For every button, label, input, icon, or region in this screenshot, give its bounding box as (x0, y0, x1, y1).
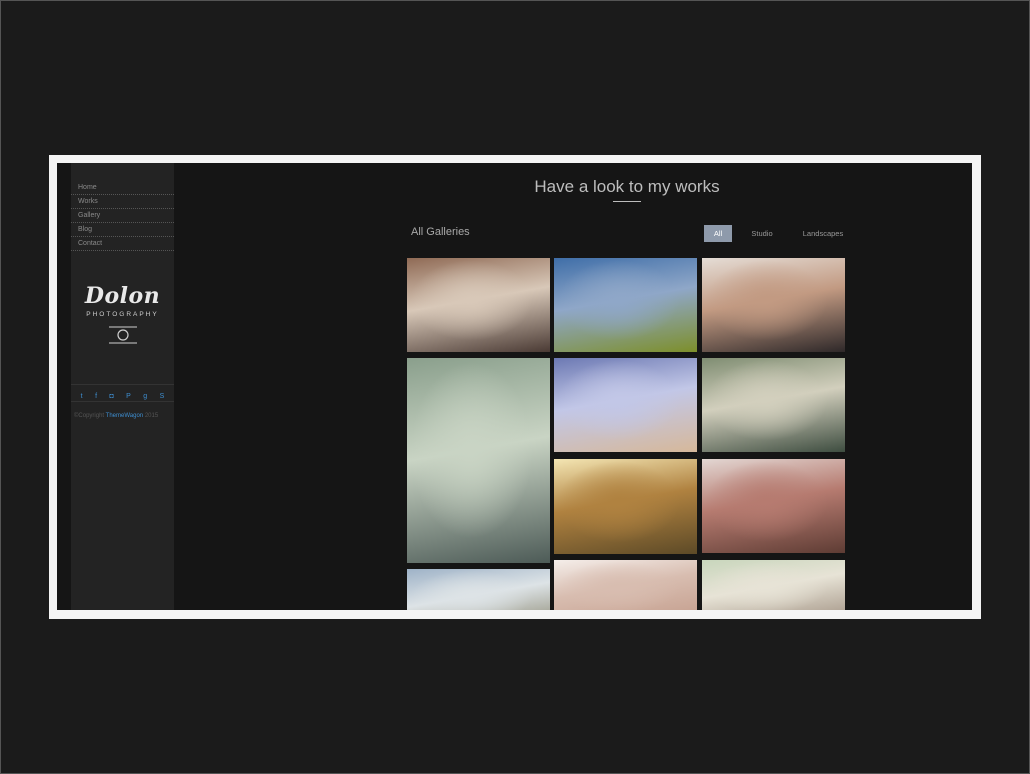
google-plus-icon[interactable]: g (143, 389, 147, 405)
logo-name: Dolon (84, 283, 161, 309)
social-links: t f ◘ P g S (71, 384, 174, 402)
pinterest-icon[interactable]: P (126, 389, 131, 405)
gallery-photo[interactable] (702, 459, 845, 553)
filter-landscapes-button[interactable]: Landscapes (794, 225, 852, 242)
camera-icon (108, 325, 137, 345)
gallery-photo[interactable] (702, 560, 845, 610)
gallery-photo[interactable] (702, 258, 845, 352)
gallery-photo[interactable] (702, 358, 845, 452)
skype-icon[interactable]: S (160, 389, 165, 405)
twitter-icon[interactable]: t (81, 389, 83, 405)
logo-tagline: PHOTOGRAPHY (86, 311, 159, 318)
title-underline (613, 201, 641, 202)
gallery-photo[interactable] (407, 569, 550, 610)
nav-item-contact[interactable]: Contact (71, 237, 174, 251)
nav-item-works[interactable]: Works (71, 195, 174, 209)
galleries-label: All Galleries (411, 226, 470, 238)
gallery-photo[interactable] (554, 258, 697, 352)
screenshot-frame: Home Works Gallery Blog Contact Dolon PH… (49, 155, 981, 619)
gallery-photo[interactable] (407, 258, 550, 352)
gallery-photo[interactable] (554, 459, 697, 554)
filter-all-button[interactable]: All (704, 225, 732, 242)
copyright-prefix: ©Copyright (74, 413, 105, 419)
facebook-icon[interactable]: f (95, 389, 97, 405)
copyright: ©Copyright ThemeWagon 2015 (74, 413, 158, 419)
gallery-photo[interactable] (554, 560, 697, 610)
sidebar: Home Works Gallery Blog Contact Dolon PH… (71, 163, 174, 610)
gallery-photo[interactable] (554, 358, 697, 452)
copyright-brand-link[interactable]: ThemeWagon (106, 413, 143, 419)
copyright-year: 2015 (144, 413, 159, 419)
nav-item-blog[interactable]: Blog (71, 223, 174, 237)
nav-item-gallery[interactable]: Gallery (71, 209, 174, 223)
site-logo[interactable]: Dolon PHOTOGRAPHY (71, 283, 174, 345)
gallery-photo[interactable] (407, 358, 550, 563)
main-nav: Home Works Gallery Blog Contact (71, 181, 174, 251)
nav-item-home[interactable]: Home (71, 181, 174, 195)
instagram-icon[interactable]: ◘ (109, 389, 113, 405)
page-title: Have a look to my works (534, 177, 720, 196)
filter-studio-button[interactable]: Studio (743, 225, 781, 242)
website-screen: Home Works Gallery Blog Contact Dolon PH… (57, 163, 972, 610)
